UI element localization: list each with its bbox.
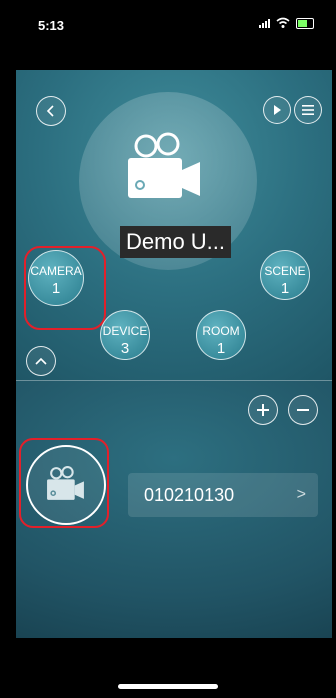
status-bar: 5:13 [0,0,336,40]
chevron-right-icon: > [296,486,306,503]
list-item-label: 010210130 [144,485,235,505]
room-menu-button[interactable]: ROOM 1 [196,310,246,360]
scene-menu-button[interactable]: SCENE 1 [260,250,310,300]
signal-icon [259,18,270,28]
video-camera-icon [128,132,200,198]
chevron-up-icon [35,357,47,365]
chevron-left-icon [46,105,54,117]
device-label: DEVICE [102,324,148,338]
device-menu-button[interactable]: DEVICE 3 [100,310,150,360]
list-item[interactable]: 010210130 > [128,473,318,517]
collapse-button[interactable] [26,346,56,376]
status-time: 5:13 [38,18,65,33]
status-icons [259,17,314,29]
scene-label: SCENE [264,264,306,278]
camera-highlight [24,246,106,330]
scene-count: 1 [280,280,290,297]
room-label: ROOM [202,324,240,338]
back-button[interactable] [36,96,66,126]
minus-icon [297,409,309,411]
list-panel: 010210130 > [16,381,332,638]
menu-button[interactable] [294,96,322,124]
hamburger-menu-icon [302,105,314,115]
camera-item-highlight [19,438,109,528]
device-name-title: Demo U... [120,226,232,258]
add-button[interactable] [248,395,278,425]
app-screen: Demo U... CAMERA 1 SCENE 1 DEVICE 3 ROOM… [16,70,332,638]
play-button[interactable] [263,96,291,124]
battery-icon [296,17,314,29]
home-indicator[interactable] [118,684,218,689]
play-icon [274,105,281,115]
plus-icon [257,404,269,416]
device-count: 3 [120,340,130,357]
remove-button[interactable] [288,395,318,425]
room-count: 1 [216,340,226,357]
wifi-icon [276,17,290,28]
